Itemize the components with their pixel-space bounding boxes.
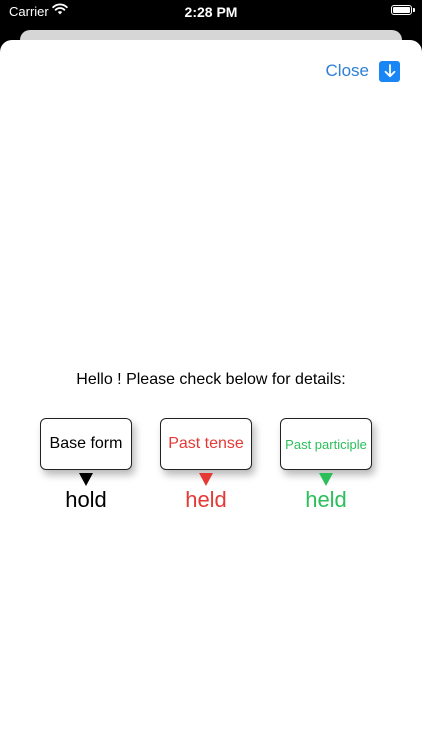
- past-participle-button[interactable]: Past participle: [280, 418, 372, 470]
- past-tense-value: held: [185, 487, 227, 512]
- base-form-value: hold: [65, 487, 107, 512]
- past-tense-pointer: [199, 473, 213, 486]
- arrow-down-icon[interactable]: [379, 60, 400, 82]
- modal-sheet: Close Hello ! Please check below for det…: [0, 40, 422, 750]
- past-participle-value: held: [305, 487, 347, 512]
- close-button[interactable]: Close: [326, 60, 400, 82]
- past-tense-button[interactable]: Past tense: [160, 418, 252, 470]
- past-participle-label: Past participle: [285, 436, 367, 452]
- past-participle-column: Past participle held: [280, 418, 372, 512]
- base-form-button[interactable]: Base form: [40, 418, 132, 470]
- past-tense-label: Past tense: [168, 435, 244, 452]
- past-participle-pointer: [319, 473, 333, 486]
- base-form-pointer: [79, 473, 93, 486]
- battery-icon: [391, 5, 415, 15]
- past-tense-column: Past tense held: [160, 418, 252, 512]
- close-label[interactable]: Close: [326, 61, 369, 81]
- greeting-text: Hello ! Please check below for details:: [76, 371, 346, 388]
- base-form-label: Base form: [49, 435, 123, 452]
- base-form-column: Base form hold: [40, 418, 132, 512]
- status-bar: Carrier 2:28 PM: [0, 0, 422, 24]
- status-time: 2:28 PM: [184, 4, 238, 20]
